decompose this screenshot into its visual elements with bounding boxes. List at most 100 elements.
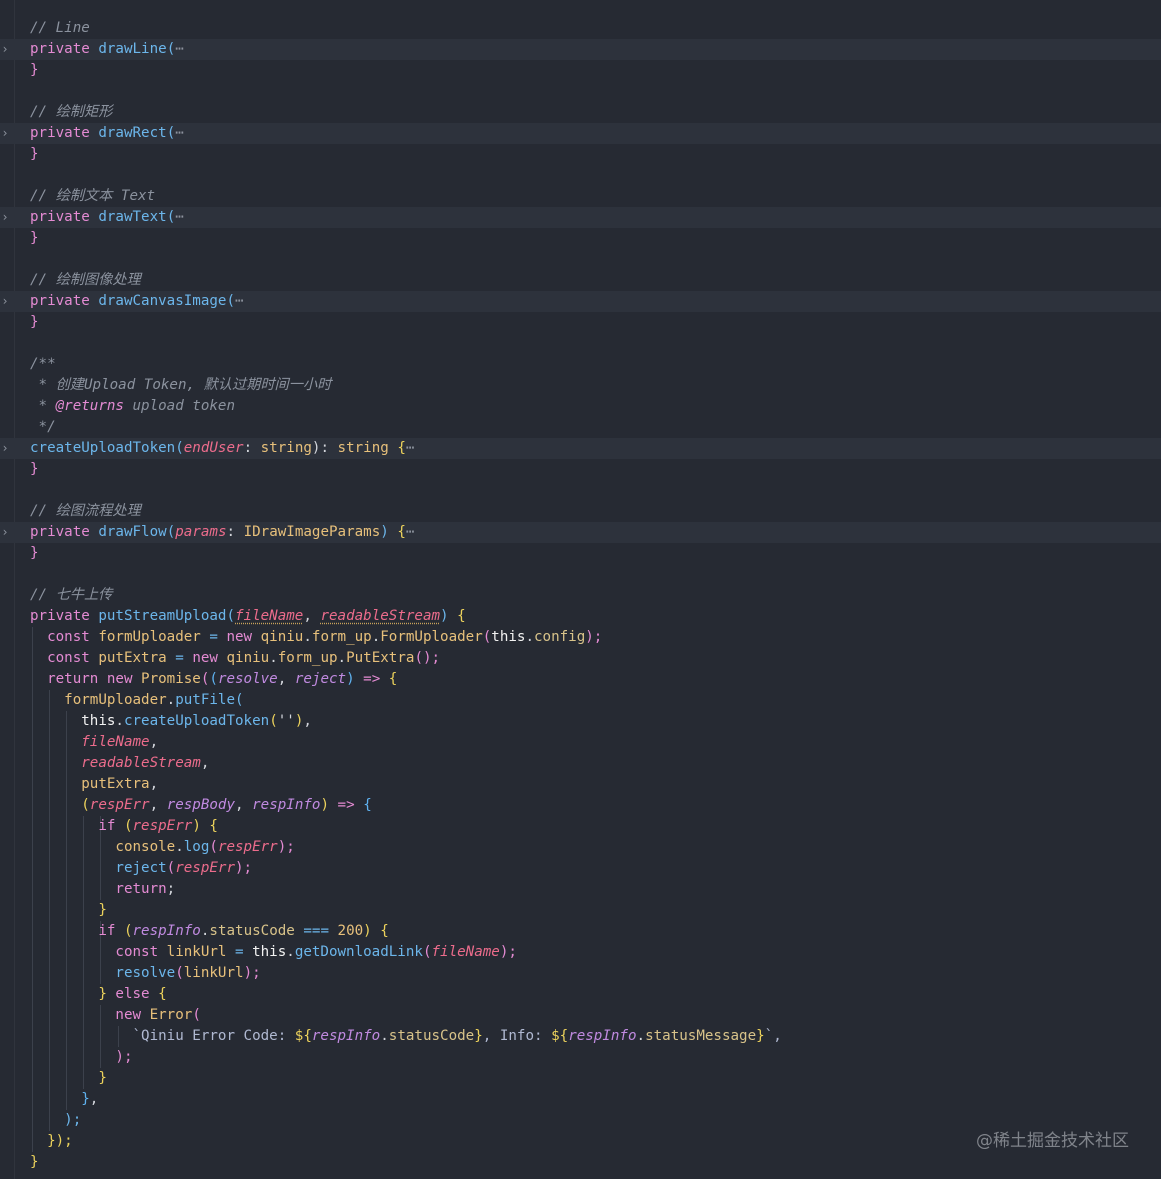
code-line[interactable]: private putStreamUpload(fileName, readab… — [0, 606, 1161, 627]
code-token: . — [115, 713, 124, 729]
folded-code-line[interactable]: › createUploadToken(endUser: string): str… — [0, 438, 1161, 459]
code-line[interactable]: putExtra, — [0, 774, 1161, 795]
code-line[interactable]: // Line — [0, 18, 1161, 39]
code-line[interactable]: } — [0, 312, 1161, 333]
code-line[interactable]: } — [0, 459, 1161, 480]
code-text: private drawRect(⋯ — [30, 123, 184, 144]
code-line[interactable]: * 创建Upload Token, 默认过期时间一小时 — [0, 375, 1161, 396]
code-token: } — [30, 902, 107, 918]
code-editor[interactable]: // Line › private drawLine(⋯}// 绘制矩形 › priva… — [0, 0, 1161, 1179]
code-line[interactable]: // 绘制矩形 — [0, 102, 1161, 123]
code-line[interactable]: } — [0, 900, 1161, 921]
folded-ellipsis-icon[interactable]: ⋯ — [406, 524, 415, 540]
code-line[interactable]: // 七牛上传 — [0, 585, 1161, 606]
code-token: statusCode — [388, 1028, 475, 1044]
code-token: , — [149, 776, 159, 792]
code-token: readableStream — [320, 608, 441, 624]
code-token: const — [30, 629, 99, 645]
code-token: ${ — [551, 1028, 569, 1044]
code-line[interactable] — [0, 333, 1161, 354]
code-line[interactable]: `Qiniu Error Code: ${respInfo.statusCode… — [0, 1026, 1161, 1047]
folded-code-line[interactable]: › private drawRect(⋯ — [0, 123, 1161, 144]
code-line[interactable]: } — [0, 543, 1161, 564]
code-line[interactable]: ); — [0, 1047, 1161, 1068]
code-text: * @returns upload token — [30, 396, 235, 417]
code-line[interactable]: } — [0, 60, 1161, 81]
chevron-right-icon[interactable]: › — [0, 207, 10, 228]
code-line[interactable]: // 绘图流程处理 — [0, 501, 1161, 522]
code-token: . — [380, 1028, 389, 1044]
folded-ellipsis-icon[interactable]: ⋯ — [406, 440, 415, 456]
code-line[interactable]: const formUploader = new qiniu.form_up.F… — [0, 627, 1161, 648]
code-line[interactable]: if (respInfo.statusCode === 200) { — [0, 921, 1161, 942]
code-line[interactable]: if (respErr) { — [0, 816, 1161, 837]
code-line[interactable]: const linkUrl = this.getDownloadLink(fil… — [0, 942, 1161, 963]
chevron-right-icon[interactable]: › — [0, 39, 10, 60]
code-token: readableStream — [30, 755, 201, 771]
code-text: } — [30, 60, 39, 81]
code-line[interactable]: new Error( — [0, 1005, 1161, 1026]
folded-code-line[interactable]: › private drawLine(⋯ — [0, 39, 1161, 60]
chevron-right-icon[interactable]: › — [0, 123, 10, 144]
code-token: }); — [30, 1133, 73, 1149]
code-line[interactable]: } — [0, 1152, 1161, 1173]
code-token: ); — [235, 860, 253, 876]
code-line[interactable]: return; — [0, 879, 1161, 900]
code-line[interactable]: readableStream, — [0, 753, 1161, 774]
code-line[interactable]: }, — [0, 1089, 1161, 1110]
code-token: new — [226, 629, 261, 645]
code-token: ); — [499, 944, 517, 960]
code-token: respInfo — [311, 1028, 381, 1044]
code-token: // 绘图流程处理 — [30, 503, 141, 519]
code-line[interactable]: resolve(linkUrl); — [0, 963, 1161, 984]
code-token: // 绘制文本 Text — [30, 188, 156, 204]
code-line[interactable]: /** — [0, 354, 1161, 375]
code-line[interactable]: this.createUploadToken(''), — [0, 711, 1161, 732]
code-token: log — [183, 839, 210, 855]
code-text: } — [30, 228, 39, 249]
code-line[interactable]: * @returns upload token — [0, 396, 1161, 417]
code-line[interactable]: (respErr, respBody, respInfo) => { — [0, 795, 1161, 816]
code-token: ( — [269, 713, 278, 729]
folded-code-line[interactable]: › private drawText(⋯ — [0, 207, 1161, 228]
code-text: // 绘制图像处理 — [30, 270, 141, 291]
code-token: else — [115, 986, 159, 1002]
code-line[interactable]: } — [0, 228, 1161, 249]
code-line[interactable]: return new Promise((resolve, reject) => … — [0, 669, 1161, 690]
chevron-right-icon[interactable]: › — [0, 291, 10, 312]
code-line[interactable]: // 绘制文本 Text — [0, 186, 1161, 207]
code-line[interactable] — [0, 249, 1161, 270]
code-line[interactable]: console.log(respErr); — [0, 837, 1161, 858]
code-line[interactable] — [0, 564, 1161, 585]
code-token: . — [269, 650, 278, 666]
folded-ellipsis-icon[interactable]: ⋯ — [175, 125, 184, 141]
code-line[interactable]: reject(respErr); — [0, 858, 1161, 879]
code-line[interactable]: const putExtra = new qiniu.form_up.PutEx… — [0, 648, 1161, 669]
code-line[interactable]: fileName, — [0, 732, 1161, 753]
code-line[interactable]: formUploader.putFile( — [0, 690, 1161, 711]
code-token: ): — [311, 440, 338, 456]
code-token: } — [30, 545, 39, 561]
code-text: return new Promise((resolve, reject) => … — [30, 669, 397, 690]
folded-code-line[interactable]: › private drawCanvasImage(⋯ — [0, 291, 1161, 312]
folded-ellipsis-icon[interactable]: ⋯ — [175, 41, 184, 57]
code-token: if — [30, 923, 124, 939]
code-line[interactable]: */ — [0, 417, 1161, 438]
code-line[interactable] — [0, 165, 1161, 186]
code-line[interactable]: } — [0, 1068, 1161, 1089]
folded-ellipsis-icon[interactable]: ⋯ — [235, 293, 244, 309]
code-line[interactable]: // 绘制图像处理 — [0, 270, 1161, 291]
code-token: { — [209, 818, 218, 834]
code-line[interactable]: } — [0, 144, 1161, 165]
code-text: const putExtra = new qiniu.form_up.PutEx… — [30, 648, 440, 669]
code-text: const linkUrl = this.getDownloadLink(fil… — [30, 942, 517, 963]
chevron-right-icon[interactable]: › — [0, 522, 10, 543]
code-token: private — [30, 524, 99, 540]
code-token: ) — [346, 671, 355, 687]
code-line[interactable] — [0, 480, 1161, 501]
folded-code-line[interactable]: › private drawFlow(params: IDrawImagePara… — [0, 522, 1161, 543]
folded-ellipsis-icon[interactable]: ⋯ — [175, 209, 184, 225]
code-line[interactable]: } else { — [0, 984, 1161, 1005]
code-line[interactable] — [0, 81, 1161, 102]
chevron-right-icon[interactable]: › — [0, 438, 10, 459]
